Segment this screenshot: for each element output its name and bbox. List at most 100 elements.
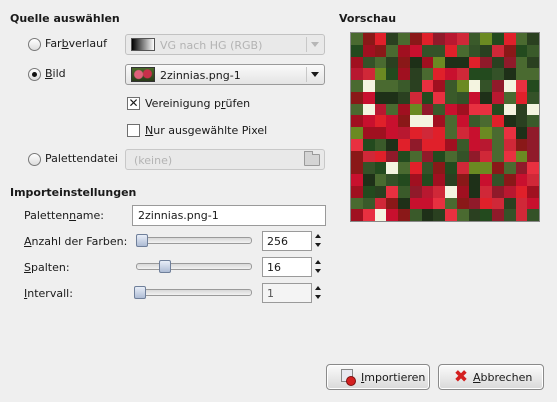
palette-swatch [351,115,363,127]
palette-swatch [480,197,492,210]
palette-swatch [503,103,516,116]
palette-swatch [398,127,410,139]
merge-checkbox[interactable]: ✕ [127,97,140,110]
palette-swatch [515,103,528,116]
palette-swatch [445,209,457,221]
palette-swatch [445,68,457,80]
interval-decrement-icon[interactable] [314,293,324,302]
palette-file-radio[interactable] [28,153,41,166]
palette-swatch [503,115,516,127]
palette-swatch [409,80,422,92]
palette-swatch [374,209,387,221]
palette-swatch [456,80,469,92]
palette-swatch [409,91,422,104]
gradient-combo-value: VG nach HG (RGB) [160,39,263,52]
image-radio[interactable] [28,68,41,81]
palette-swatch [515,91,528,104]
import-button[interactable]: Importieren [326,364,430,390]
palette-swatch [421,115,434,127]
chevron-down-icon [306,67,322,82]
num-colors-spinbox[interactable]: 256 [262,231,312,251]
palette-swatch [362,56,375,69]
palette-swatch [527,209,539,221]
columns-label: Spalten: [24,261,70,274]
palette-swatch [386,115,398,127]
palette-swatch [398,56,410,69]
gradient-radio[interactable] [28,38,41,51]
gradient-combo[interactable]: VG nach HG (RGB) [125,34,325,55]
palette-swatch [386,197,398,210]
palette-swatch [492,44,504,57]
palette-swatch [398,80,410,92]
palette-swatch [480,91,492,104]
palette-swatch [515,138,528,151]
palette-swatch [386,56,398,69]
palette-swatch [527,197,539,210]
columns-decrement-icon[interactable] [314,267,324,276]
selected-only-checkbox[interactable] [127,124,140,137]
palette-swatch [468,127,481,139]
palette-swatch [456,115,469,127]
palette-swatch [445,91,457,104]
num-colors-increment-icon[interactable] [314,232,324,241]
import-icon [339,369,356,386]
palette-swatch [398,33,410,45]
palette-swatch [433,44,445,57]
palette-file-chooser[interactable]: (keine) [125,149,325,170]
palette-swatch [351,197,363,210]
palette-swatch [503,150,516,163]
palette-swatch [351,138,363,151]
num-colors-decrement-icon[interactable] [314,241,324,250]
palette-swatch [421,68,434,80]
palette-swatch [362,68,375,80]
merge-checkbox-label: Vereinigung prüfen [145,97,251,110]
palette-swatch [503,80,516,92]
palette-name-input[interactable]: 2zinnias.png-1 [132,205,326,226]
interval-increment-icon[interactable] [314,284,324,293]
columns-slider-handle[interactable] [159,260,171,273]
columns-increment-icon[interactable] [314,258,324,267]
palette-swatch [374,68,387,80]
num-colors-slider[interactable] [136,237,252,244]
palette-swatch [445,197,457,210]
palette-swatch [480,56,492,69]
num-colors-label: Anzahl der Farben: [24,235,128,248]
interval-slider-handle[interactable] [134,286,146,299]
palette-swatch [374,197,387,210]
palette-swatch [515,115,528,127]
palette-swatch [515,127,528,139]
palette-swatch [433,162,445,174]
palette-swatch [468,209,481,221]
interval-slider[interactable] [136,289,252,296]
palette-swatch [386,44,398,57]
selected-only-label: Nur ausgewählte Pixel [145,124,268,137]
palette-swatch [527,80,539,92]
palette-swatch [374,185,387,198]
palette-swatch [515,185,528,198]
palette-swatch [468,115,481,127]
gradient-swatch-icon [131,38,155,51]
palette-swatch [409,115,422,127]
palette-swatch [351,150,363,163]
interval-spinbox[interactable]: 1 [262,283,312,303]
palette-swatch [468,103,481,116]
columns-slider[interactable] [136,263,252,270]
palette-swatch [468,185,481,198]
palette-swatch [362,115,375,127]
palette-swatch [374,91,387,104]
palette-swatch [503,68,516,80]
palette-swatch [492,91,504,104]
cancel-button[interactable]: ✖ Abbrechen [438,364,544,390]
palette-swatch [351,56,363,69]
palette-swatch [503,127,516,139]
palette-swatch [445,150,457,163]
palette-swatch [421,103,434,116]
palette-swatch [351,103,363,116]
num-colors-slider-handle[interactable] [136,234,148,247]
palette-swatch [409,197,422,210]
columns-spinbox[interactable]: 16 [262,257,312,277]
palette-swatch [468,68,481,80]
palette-swatch [386,209,398,221]
palette-swatch [433,174,445,186]
image-combo[interactable]: 2zinnias.png-1 [125,64,325,85]
